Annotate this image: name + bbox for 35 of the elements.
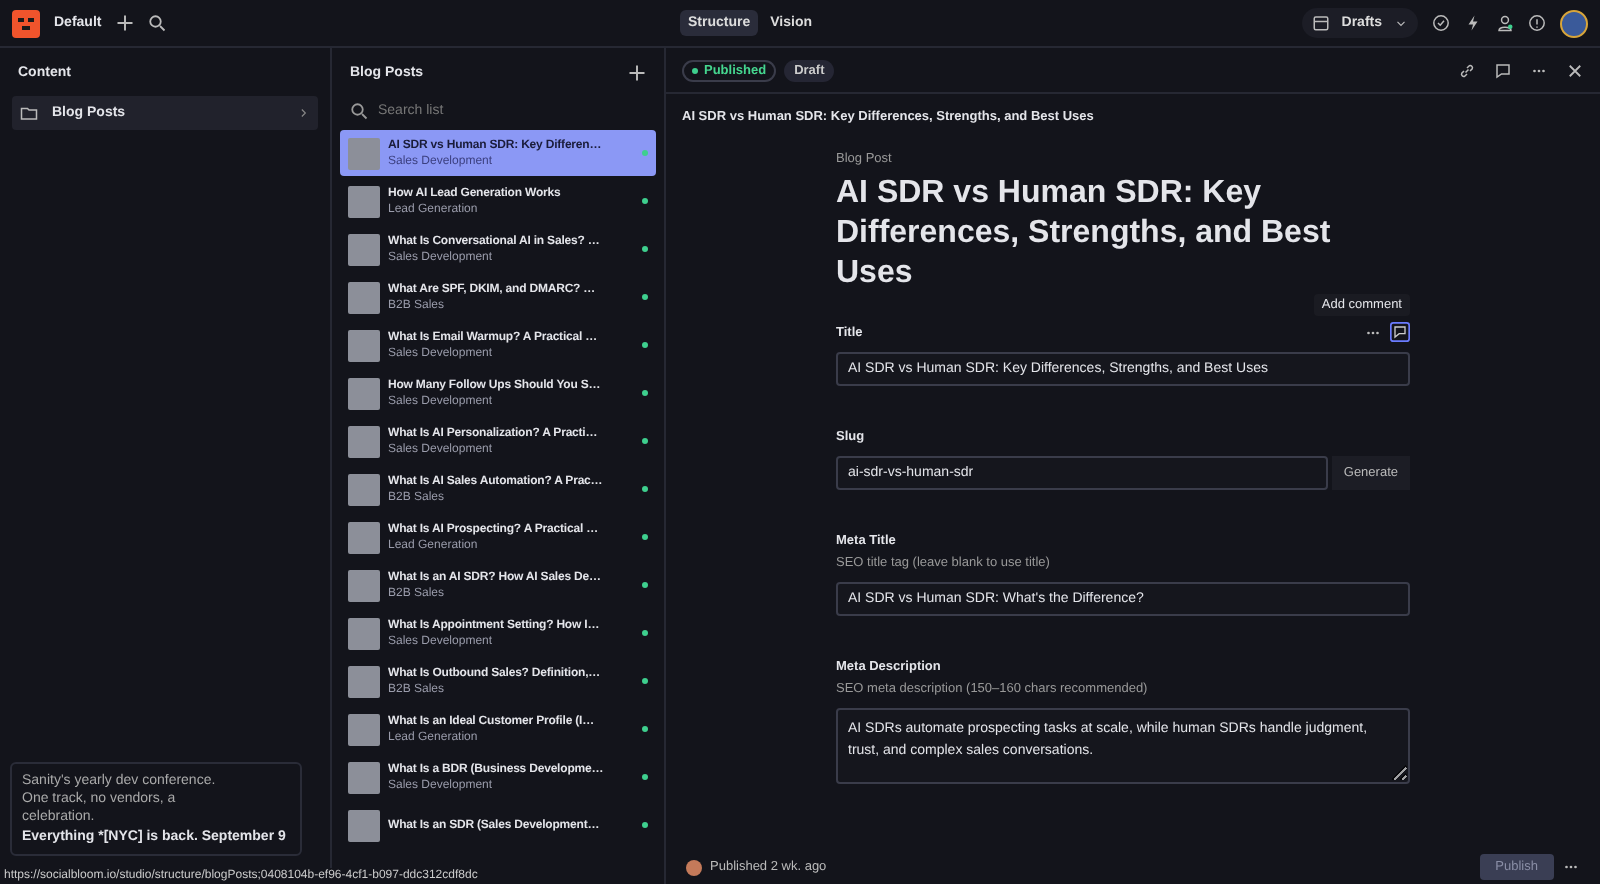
avatar-icon (686, 859, 702, 875)
help-icon[interactable] (1528, 14, 1546, 32)
photo-placeholder (348, 521, 380, 553)
photo-placeholder (348, 713, 380, 745)
photo-placeholder (348, 425, 380, 457)
user-icon[interactable] (1496, 14, 1514, 32)
link-icon[interactable] (1458, 61, 1476, 79)
photo-placeholder (348, 329, 380, 361)
add-comment-icon[interactable] (1390, 322, 1410, 342)
chevron-right-icon (296, 106, 310, 120)
logo-icon[interactable] (12, 9, 40, 37)
photo-placeholder (348, 473, 380, 505)
chevron-down-icon (1394, 16, 1408, 30)
folder-icon (20, 104, 38, 122)
check-circle-icon[interactable] (1432, 14, 1450, 32)
search-icon (350, 101, 368, 119)
bolt-icon[interactable] (1464, 14, 1482, 32)
plus-icon[interactable] (115, 14, 134, 32)
photo-placeholder (348, 185, 380, 217)
photo-placeholder (348, 809, 380, 841)
plus-icon[interactable] (628, 63, 646, 81)
photo-placeholder (348, 665, 380, 697)
comment-icon[interactable] (1494, 61, 1512, 79)
close-icon[interactable] (1566, 61, 1584, 79)
photo-placeholder (348, 569, 380, 601)
document-heading: AI SDR vs Human SDR: Key Differences, Strengths, and Best Uses (836, 174, 1333, 294)
photo-placeholder (348, 281, 380, 313)
photo-placeholder (348, 377, 380, 409)
photo-placeholder (348, 617, 380, 649)
photo-placeholder (348, 137, 380, 169)
search-icon[interactable] (147, 14, 166, 32)
calendar-icon (1311, 14, 1330, 32)
avatar-icon[interactable] (1560, 9, 1588, 37)
photo-placeholder (348, 761, 380, 793)
photo-placeholder (348, 233, 380, 265)
